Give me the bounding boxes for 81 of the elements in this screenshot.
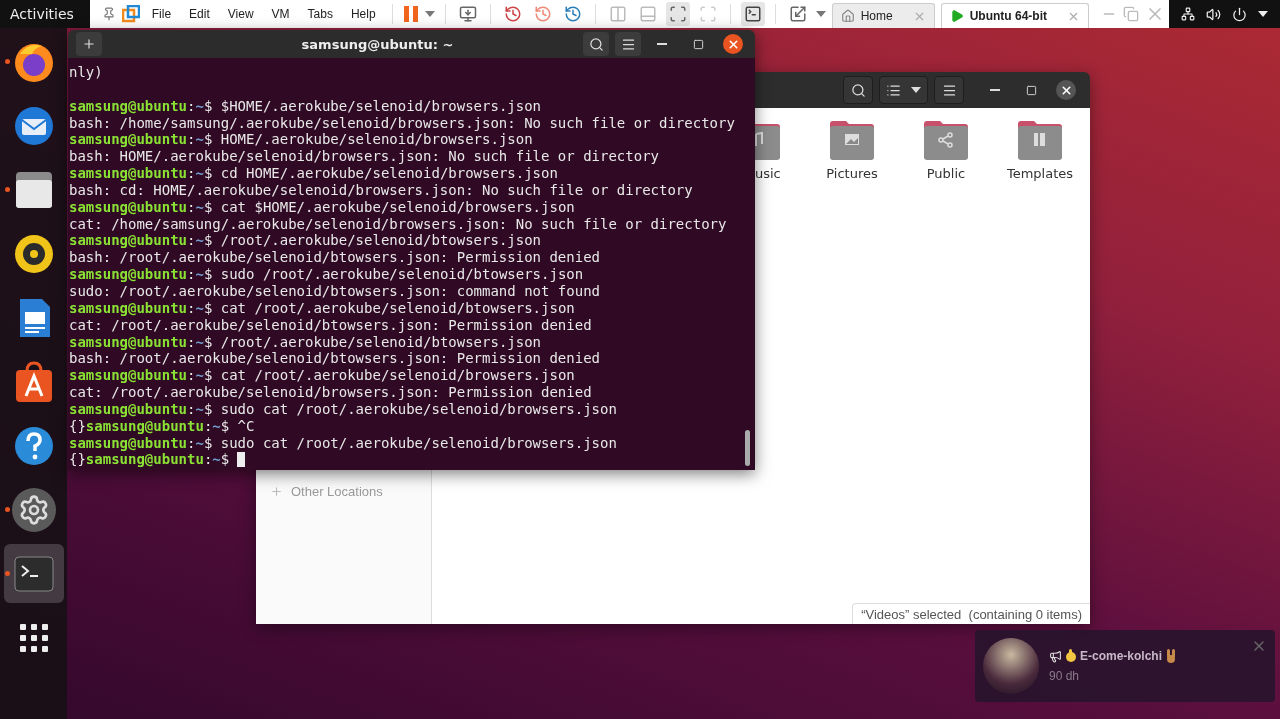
maximize-icon	[692, 38, 704, 50]
minimize-icon	[990, 89, 1000, 91]
console-icon[interactable]	[740, 2, 765, 26]
notification-title: E-come-kolchi	[1080, 649, 1163, 663]
terminal-line: cat: /home/samsung/.aerokube/selenoid/browsers.json: No such file or directory	[68, 215, 727, 233]
victory-hand-icon	[1165, 649, 1178, 663]
plus-icon	[270, 485, 283, 498]
search-icon	[850, 82, 866, 98]
caret-icon	[911, 87, 921, 93]
power-icon[interactable]	[1232, 6, 1248, 22]
new-tab-button[interactable]	[76, 32, 102, 56]
fullscreen-icon[interactable]	[665, 2, 690, 26]
menu-button[interactable]	[615, 32, 641, 56]
terminal-line: samsung@ubuntu:~$ sudo /root/.aerokube/selenoid/btowsers.json	[68, 266, 584, 283]
close-button[interactable]	[723, 34, 743, 54]
menu-item[interactable]: VM	[265, 7, 296, 21]
play-icon	[949, 9, 964, 23]
terminal-line: samsung@ubuntu:~$ cd HOME/.aerokube/selenoid/browsers.json	[68, 165, 558, 182]
plus-icon	[82, 37, 96, 51]
search-button[interactable]	[843, 76, 873, 104]
folder-label[interactable]: Pictures	[826, 166, 878, 181]
close-icon	[1059, 83, 1073, 97]
menu-item[interactable]: Help	[344, 7, 382, 21]
status-text: “Videos” selected (containing 0 items)	[852, 603, 1090, 624]
folder-icon[interactable]	[1018, 118, 1062, 162]
tab[interactable]: Home	[831, 3, 935, 28]
pause-icon[interactable]	[402, 5, 419, 23]
terminal-line: samsung@ubuntu:~$ cat /root/.aerokube/selenoid/btowsers.json	[68, 299, 575, 317]
menu-item[interactable]: Edit	[183, 7, 216, 21]
folder-label[interactable]: Templates	[1006, 166, 1074, 181]
folder-label[interactable]: usic	[755, 166, 781, 181]
terminal-line: {}samsung@ubuntu:~$ ^C	[68, 417, 255, 435]
close-button[interactable]	[1056, 80, 1076, 100]
overlapping-squares-icon[interactable]	[121, 5, 140, 23]
volume-icon[interactable]	[1205, 6, 1221, 22]
network-icon[interactable]	[1180, 7, 1195, 21]
terminal-line: {}samsung@ubuntu:~$	[68, 451, 246, 469]
folder-icon[interactable]	[924, 118, 968, 162]
menu-icon	[620, 36, 636, 52]
terminal-line: samsung@ubuntu:~$ /root/.aerokube/selenoid/btowsers.json	[68, 333, 542, 351]
terminal-line: samsung@ubuntu:~$ HOME/.aerokube/selenoid/browsers.json	[68, 131, 533, 149]
terminal-line: cat: /root/.aerokube/selenoid/browsers.json: Permission denied	[68, 384, 592, 401]
search-button[interactable]	[583, 32, 609, 56]
terminal-line: samsung@ubuntu:~$ cat /root/.aerokube/selenoid/browsers.json	[68, 367, 575, 385]
avatar	[983, 638, 1039, 694]
search-icon	[588, 36, 604, 52]
folder-label[interactable]: Public	[926, 166, 966, 181]
terminal-line: samsung@ubuntu:~$ /root/.aerokube/selenoid/btowsers.json	[68, 232, 542, 250]
menu-item[interactable]: File	[145, 7, 178, 21]
terminal-line: bash: /root/.aerokube/selenoid/btowsers.json: Permission denied	[68, 350, 600, 368]
close-icon	[726, 37, 740, 51]
scrollbar[interactable]	[745, 430, 750, 466]
notification-text: 90 dh	[1049, 669, 1080, 683]
hand-icon	[1065, 649, 1077, 663]
terminal-line: samsung@ubuntu:~$ sudo cat /root/.aerokube/selenoid/browsers.json	[68, 434, 617, 452]
view-toggle-button[interactable]	[879, 76, 928, 104]
maximize-icon	[1025, 84, 1037, 96]
menu-icon	[941, 82, 957, 98]
terminal-line: samsung@ubuntu:~$ cat $HOME/.aerokube/selenoid/browsers.json	[68, 198, 575, 216]
terminal-line: bash: /root/.aerokube/selenoid/btowsers.json: Permission denied	[68, 249, 600, 267]
terminal-line: bash: cd: HOME/.aerokube/selenoid/browsers.json: No such file or directory	[68, 181, 693, 199]
tab[interactable]: Ubuntu 64-bit	[940, 3, 1089, 28]
folder-icon[interactable]	[830, 118, 874, 162]
terminal-line: nly)	[68, 64, 103, 81]
terminal-line: bash: /home/samsung/.aerokube/selenoid/browsers.json: No such file or directory	[68, 114, 735, 132]
pin-icon[interactable]	[101, 7, 116, 21]
terminal-line: samsung@ubuntu:~$ sudo cat /root/.aerokube/selenoid/browsers.json	[68, 400, 617, 418]
menu-item[interactable]: Tabs	[301, 7, 339, 21]
house-icon	[840, 9, 855, 23]
terminal-line: sudo: /root/.aerokube/selenoid/btowsers.json: command not found	[68, 282, 600, 300]
window-title: samsung@ubuntu: ~	[300, 36, 455, 52]
terminal-line: samsung@ubuntu:~$ $HOME/.aerokube/selenoid/browsers.json	[68, 97, 542, 115]
menu-button[interactable]	[934, 76, 964, 104]
terminal-line: cat: /root/.aerokube/selenoid/btowsers.json: Permission denied	[68, 316, 592, 334]
terminal-line: bash: HOME/.aerokube/selenoid/browsers.json: No such file or directory	[68, 148, 659, 166]
menu-item[interactable]: View	[221, 7, 260, 21]
megaphone-icon	[1049, 649, 1062, 663]
caret-icon[interactable]	[1258, 11, 1269, 17]
activities-button[interactable]: Activities	[0, 0, 90, 28]
list-icon	[886, 82, 901, 98]
minimize-icon	[657, 43, 667, 45]
